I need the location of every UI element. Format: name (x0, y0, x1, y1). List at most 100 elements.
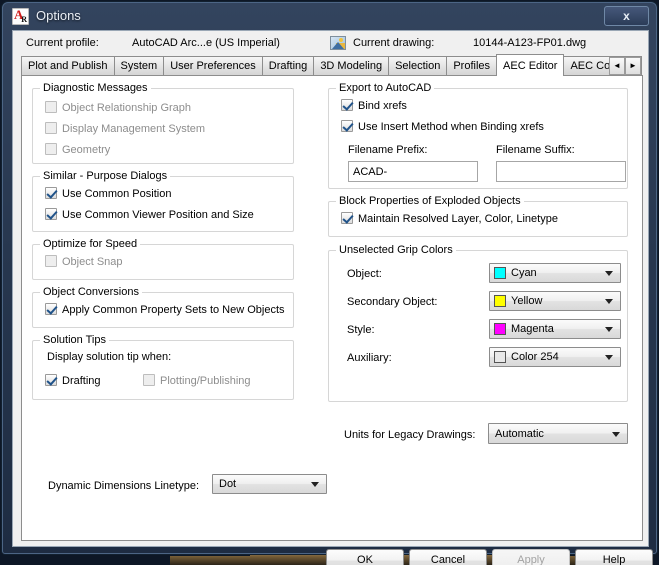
units-for-legacy-drawings-label: Units for Legacy Drawings: (344, 429, 476, 441)
tab-user-preferences[interactable]: User Preferences (163, 56, 263, 76)
checkbox-object-snap[interactable]: Object Snap (45, 255, 123, 268)
checkbox-label: Object Relationship Graph (62, 102, 192, 114)
color-swatch-yellow (494, 295, 506, 307)
checkbox-label: Apply Common Property Sets to New Object… (62, 304, 285, 316)
checkbox-box (45, 374, 57, 386)
tab-system[interactable]: System (113, 56, 165, 76)
chevron-down-icon (605, 299, 613, 304)
checkbox-box (45, 255, 57, 267)
chevron-down-icon (311, 482, 319, 487)
drawing-icon (330, 36, 346, 50)
group-solution-tips-caption: Solution Tips (40, 334, 109, 346)
grip-auxiliary-color-combo[interactable]: Color 254 (489, 347, 621, 367)
checkbox-label: Object Snap (62, 256, 123, 268)
group-block-properties-caption: Block Properties of Exploded Objects (336, 195, 524, 207)
apply-button: Apply (492, 549, 570, 565)
checkbox-box (45, 187, 57, 199)
tab-aec-editor[interactable]: AEC Editor (496, 54, 565, 76)
checkbox-box (341, 99, 353, 111)
checkbox-box (45, 143, 57, 155)
options-dialog-window: A R Options x Current profile: AutoCAD A… (2, 2, 657, 565)
checkbox-maintain-resolved-layer[interactable]: Maintain Resolved Layer, Color, Linetype (341, 212, 558, 225)
group-similar-purpose-dialogs: Similar - Purpose Dialogs Use Common Pos… (32, 170, 294, 232)
group-object-conversions-caption: Object Conversions (40, 286, 142, 298)
tab-scroll-right-button[interactable]: ► (625, 57, 641, 75)
tab-scroll-buttons: ◄ ► (609, 57, 643, 75)
units-for-legacy-drawings-combo[interactable]: Automatic (488, 423, 628, 444)
group-export-to-autocad-caption: Export to AutoCAD (336, 82, 435, 94)
units-for-legacy-drawings-value: Automatic (495, 427, 544, 440)
window-title: Options (36, 8, 81, 23)
group-optimize-for-speed-caption: Optimize for Speed (40, 238, 141, 250)
group-diagnostic-messages: Diagnostic Messages Object Relationship … (32, 82, 294, 164)
dynamic-dimensions-linetype-value: Dot (219, 478, 237, 490)
tab-drafting[interactable]: Drafting (261, 56, 315, 76)
grip-style-label: Style: (347, 324, 375, 336)
group-optimize-for-speed: Optimize for Speed Object Snap (32, 238, 294, 280)
checkbox-display-management-system[interactable]: Display Management System (45, 122, 205, 135)
checkbox-geometry[interactable]: Geometry (45, 143, 110, 156)
group-unselected-grip-colors: Unselected Grip Colors Object: Cyan Seco… (328, 244, 628, 402)
grip-auxiliary-color-value: Color 254 (511, 351, 559, 363)
chevron-down-icon (605, 271, 613, 276)
group-export-to-autocad: Export to AutoCAD Bind xrefs Use Insert … (328, 82, 628, 189)
cancel-button[interactable]: Cancel (409, 549, 487, 565)
checkbox-plotting-publishing[interactable]: Plotting/Publishing (143, 374, 251, 387)
group-similar-purpose-dialogs-caption: Similar - Purpose Dialogs (40, 170, 171, 182)
tab-strip: Plot and Publish System User Preferences… (21, 54, 643, 96)
checkbox-label: Use Common Position (62, 188, 172, 200)
dynamic-dimensions-linetype-combo[interactable]: Dot (212, 474, 327, 494)
title-bar: A R Options x (4, 4, 655, 30)
grip-secondary-object-color-value: Yellow (511, 295, 543, 307)
ok-button[interactable]: OK (326, 549, 404, 565)
grip-object-color-combo[interactable]: Cyan (489, 263, 621, 283)
grip-secondary-object-label: Secondary Object: (347, 296, 438, 308)
dialog-footer: OK Cancel Apply Help (13, 541, 653, 565)
filename-suffix-label: Filename Suffix: (496, 144, 575, 156)
desktop-background: A R Options x Current profile: AutoCAD A… (0, 0, 659, 565)
autocad-icon-r: R (21, 15, 27, 24)
grip-secondary-object-color-combo[interactable]: Yellow (489, 291, 621, 311)
help-button[interactable]: Help (575, 549, 653, 565)
checkbox-label: Use Insert Method when Binding xrefs (358, 121, 544, 133)
checkbox-drafting[interactable]: Drafting (45, 374, 101, 387)
chevron-down-icon (605, 327, 613, 332)
filename-suffix-input[interactable] (496, 161, 626, 182)
checkbox-use-insert-method[interactable]: Use Insert Method when Binding xrefs (341, 120, 544, 133)
color-swatch-magenta (494, 323, 506, 335)
drawing-icon-hill (332, 42, 344, 49)
chevron-down-icon (612, 431, 620, 437)
tab-selection[interactable]: Selection (388, 56, 448, 76)
checkbox-label: Display Management System (62, 123, 206, 135)
group-unselected-grip-colors-caption: Unselected Grip Colors (336, 244, 456, 256)
checkbox-box (341, 212, 353, 224)
checkbox-box (341, 120, 353, 132)
dynamic-dimensions-linetype-label: Dynamic Dimensions Linetype: (48, 480, 200, 492)
checkbox-label: Plotting/Publishing (160, 375, 251, 387)
aec-editor-tab-panel: Diagnostic Messages Object Relationship … (21, 75, 643, 541)
filename-prefix-input[interactable] (348, 161, 478, 182)
dialog-client-area: Current profile: AutoCAD Arc...e (US Imp… (12, 30, 653, 565)
checkbox-use-common-position[interactable]: Use Common Position (45, 187, 171, 200)
checkbox-object-relationship-graph[interactable]: Object Relationship Graph (45, 101, 191, 114)
filename-prefix-label: Filename Prefix: (348, 144, 428, 156)
group-solution-tips: Solution Tips Display solution tip when:… (32, 334, 294, 400)
checkbox-use-common-viewer-position-and-size[interactable]: Use Common Viewer Position and Size (45, 208, 254, 221)
checkbox-bind-xrefs[interactable]: Bind xrefs (341, 99, 407, 112)
checkbox-box (45, 122, 57, 134)
close-button[interactable]: x (604, 6, 649, 26)
current-profile-label: Current profile: (26, 37, 99, 49)
tab-scroll-left-button[interactable]: ◄ (609, 57, 625, 75)
checkbox-label: Use Common Viewer Position and Size (62, 209, 254, 221)
tab-plot-and-publish[interactable]: Plot and Publish (21, 56, 115, 76)
checkbox-label: Maintain Resolved Layer, Color, Linetype (358, 213, 558, 225)
group-diagnostic-messages-caption: Diagnostic Messages (40, 82, 151, 94)
tab-3d-modeling[interactable]: 3D Modeling (313, 56, 390, 76)
checkbox-label: Geometry (62, 144, 111, 156)
chevron-down-icon (605, 355, 613, 360)
tab-profiles[interactable]: Profiles (446, 56, 498, 76)
grip-style-color-combo[interactable]: Magenta (489, 319, 621, 339)
checkbox-apply-common-property-sets[interactable]: Apply Common Property Sets to New Object… (45, 303, 285, 316)
color-swatch-color-254 (494, 351, 506, 363)
profile-header-row: Current profile: AutoCAD Arc...e (US Imp… (13, 31, 648, 55)
